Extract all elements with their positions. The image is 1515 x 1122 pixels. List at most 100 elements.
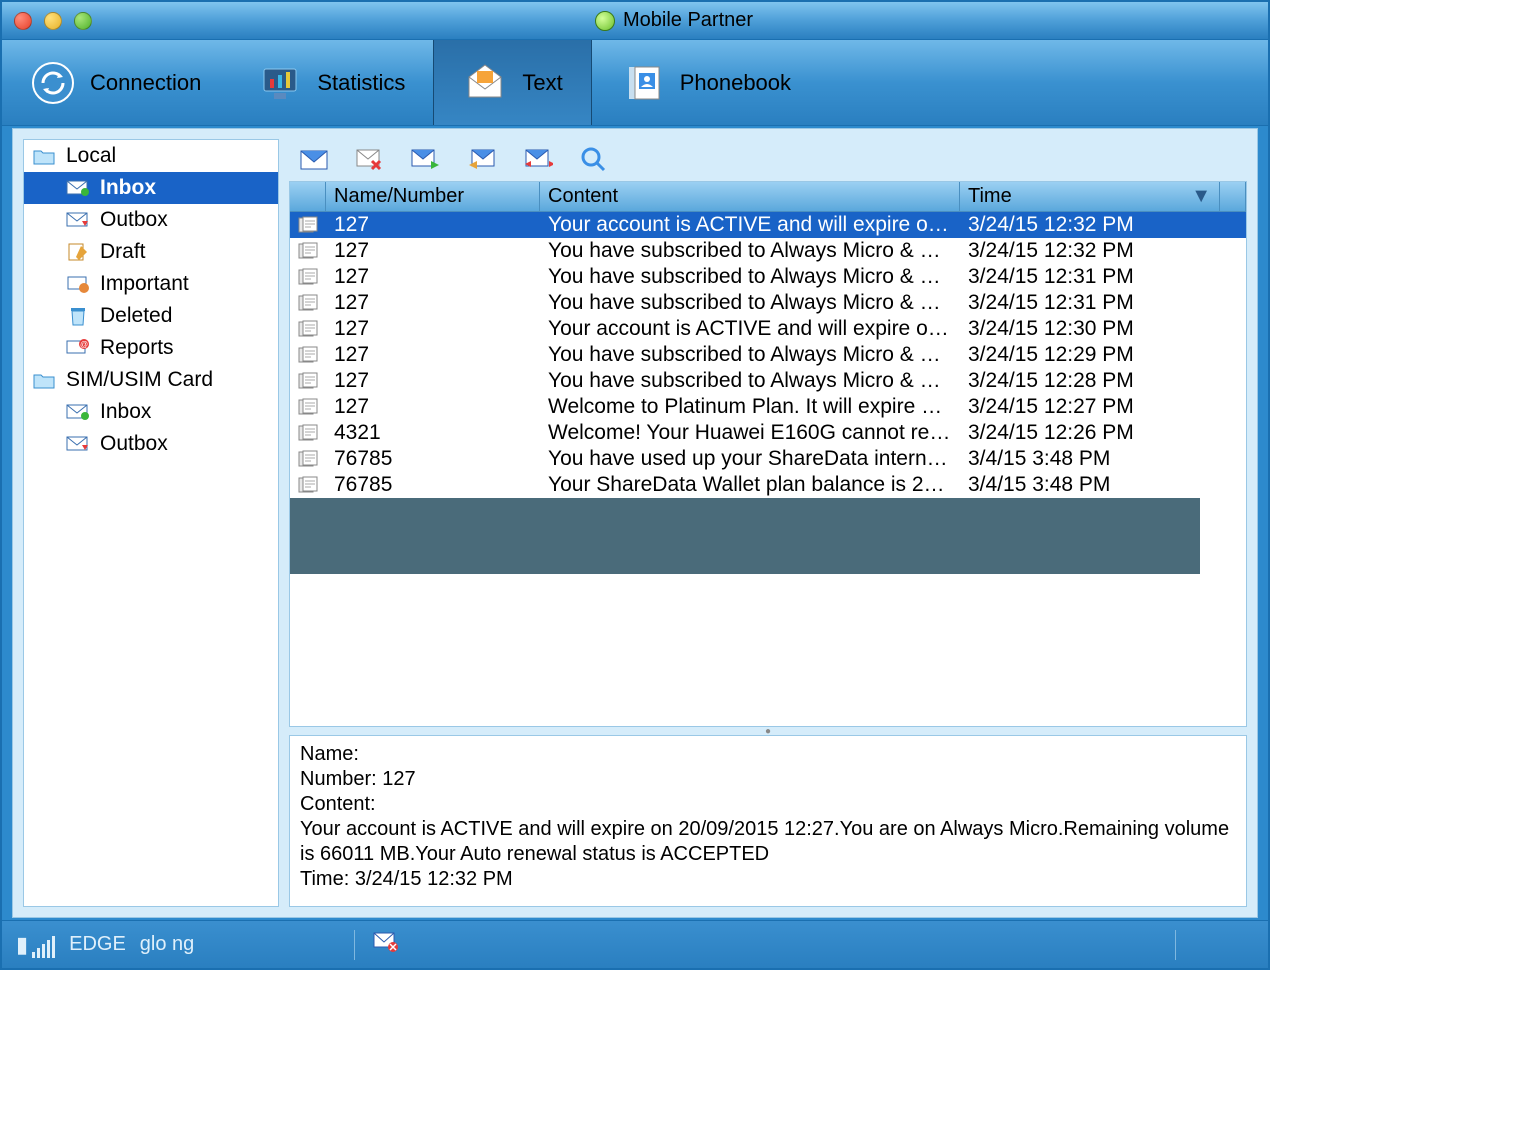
window-controls bbox=[14, 12, 92, 30]
sidebar-inbox[interactable]: Inbox bbox=[24, 172, 278, 204]
table-row[interactable]: 127You have subscribed to Always Micro &… bbox=[290, 368, 1246, 394]
row-time: 3/24/15 12:31 PM bbox=[960, 264, 1246, 290]
svg-text:@: @ bbox=[80, 340, 88, 349]
row-content: You have subscribed to Always Micro & h… bbox=[540, 342, 960, 368]
row-time: 3/24/15 12:30 PM bbox=[960, 316, 1246, 342]
table-row[interactable]: 127Welcome to Platinum Plan. It will exp… bbox=[290, 394, 1246, 420]
sidebar-sim-inbox[interactable]: Inbox bbox=[24, 396, 278, 428]
message-icon bbox=[290, 319, 326, 339]
reply-message-button[interactable] bbox=[467, 148, 497, 172]
row-content: You have subscribed to Always Micro & h… bbox=[540, 264, 960, 290]
splitter[interactable]: ● bbox=[289, 727, 1247, 735]
message-icon bbox=[290, 423, 326, 443]
search-button[interactable] bbox=[579, 148, 609, 172]
app-window: Mobile Partner Connection Statistics Tex… bbox=[0, 0, 1270, 970]
col-icon-header[interactable] bbox=[290, 182, 326, 211]
tab-phonebook[interactable]: Phonebook bbox=[592, 40, 819, 125]
tab-statistics-label: Statistics bbox=[317, 70, 405, 96]
row-name: 127 bbox=[326, 290, 540, 316]
close-button[interactable] bbox=[14, 12, 32, 30]
sidebar-outbox-label: Outbox bbox=[100, 208, 168, 232]
sidebar-deleted[interactable]: Deleted bbox=[24, 300, 278, 332]
table-row[interactable]: 127You have subscribed to Always Micro &… bbox=[290, 342, 1246, 368]
detail-name: Name: bbox=[300, 742, 1236, 767]
row-content: Welcome to Platinum Plan. It will expire… bbox=[540, 394, 960, 420]
forward-message-button[interactable] bbox=[411, 148, 441, 172]
reply-all-button[interactable] bbox=[523, 148, 553, 172]
row-name: 127 bbox=[326, 264, 540, 290]
sidebar-local[interactable]: Local bbox=[24, 140, 278, 172]
table-row[interactable]: 76785You have used up your ShareData int… bbox=[290, 446, 1246, 472]
phonebook-icon bbox=[620, 60, 666, 106]
sidebar-sim[interactable]: SIM/USIM Card bbox=[24, 364, 278, 396]
sidebar-draft-label: Draft bbox=[100, 240, 146, 264]
outbox-icon bbox=[66, 434, 90, 454]
table-row[interactable]: 127Your account is ACTIVE and will expir… bbox=[290, 212, 1246, 238]
text-icon bbox=[462, 60, 508, 106]
sidebar-important-label: Important bbox=[100, 272, 189, 296]
row-content: Your account is ACTIVE and will expire o… bbox=[540, 212, 960, 238]
statusbar: ▮ EDGE glo ng bbox=[2, 920, 1268, 968]
col-time-header[interactable]: Time▼ bbox=[960, 182, 1220, 211]
message-icon bbox=[290, 215, 326, 235]
sidebar-sim-outbox[interactable]: Outbox bbox=[24, 428, 278, 460]
main-toolbar: Connection Statistics Text Phonebook bbox=[2, 40, 1268, 126]
zoom-button[interactable] bbox=[74, 12, 92, 30]
minimize-button[interactable] bbox=[44, 12, 62, 30]
sidebar-reports[interactable]: @ Reports bbox=[24, 332, 278, 364]
tab-connection[interactable]: Connection bbox=[2, 40, 229, 125]
sidebar-important[interactable]: Important bbox=[24, 268, 278, 300]
table-row[interactable]: 127You have subscribed to Always Micro &… bbox=[290, 290, 1246, 316]
folder-icon bbox=[32, 370, 56, 390]
sidebar-local-label: Local bbox=[66, 144, 116, 168]
row-name: 127 bbox=[326, 342, 540, 368]
row-time: 3/4/15 3:48 PM bbox=[960, 472, 1246, 498]
row-time: 3/4/15 3:48 PM bbox=[960, 446, 1246, 472]
sidebar-draft[interactable]: Draft bbox=[24, 236, 278, 268]
grid-body[interactable]: 127Your account is ACTIVE and will expir… bbox=[290, 212, 1246, 726]
row-time: 3/24/15 12:28 PM bbox=[960, 368, 1246, 394]
col-content-header[interactable]: Content bbox=[540, 182, 960, 211]
content-area: Local Inbox Outbox Draft bbox=[12, 128, 1258, 918]
sidebar-outbox[interactable]: Outbox bbox=[24, 204, 278, 236]
message-detail: Name: Number: 127 Content: Your account … bbox=[289, 735, 1247, 907]
message-icon bbox=[290, 371, 326, 391]
table-row[interactable]: 76785Your ShareData Wallet plan balance … bbox=[290, 472, 1246, 498]
table-row[interactable]: 127You have subscribed to Always Micro &… bbox=[290, 238, 1246, 264]
tab-statistics[interactable]: Statistics bbox=[229, 40, 433, 125]
sidebar-inbox-label: Inbox bbox=[100, 176, 156, 200]
signal-icon: ▮ bbox=[16, 932, 59, 958]
delete-message-button[interactable] bbox=[355, 148, 385, 172]
row-time: 3/24/15 12:27 PM bbox=[960, 394, 1246, 420]
row-content: You have used up your ShareData internet… bbox=[540, 446, 960, 472]
outbox-icon bbox=[66, 210, 90, 230]
col-spacer bbox=[1220, 182, 1246, 211]
sidebar-sim-label: SIM/USIM Card bbox=[66, 368, 213, 392]
message-grid: Name/Number Content Time▼ 127Your accoun… bbox=[289, 181, 1247, 727]
message-icon bbox=[290, 241, 326, 261]
row-name: 127 bbox=[326, 368, 540, 394]
table-row[interactable]: 127You have subscribed to Always Micro &… bbox=[290, 264, 1246, 290]
sidebar-sim-outbox-label: Outbox bbox=[100, 432, 168, 456]
row-name: 127 bbox=[326, 394, 540, 420]
table-row[interactable]: 127Your account is ACTIVE and will expir… bbox=[290, 316, 1246, 342]
folder-icon bbox=[32, 146, 56, 166]
message-icon bbox=[290, 267, 326, 287]
grid-empty-area bbox=[290, 498, 1200, 574]
row-time: 3/24/15 12:32 PM bbox=[960, 212, 1246, 238]
title-text: Mobile Partner bbox=[623, 9, 753, 32]
col-name-header[interactable]: Name/Number bbox=[326, 182, 540, 211]
row-time: 3/24/15 12:26 PM bbox=[960, 420, 1246, 446]
table-row[interactable]: 4321Welcome! Your Huawei E160G cannot re… bbox=[290, 420, 1246, 446]
draft-icon bbox=[66, 242, 90, 262]
row-name: 127 bbox=[326, 238, 540, 264]
message-icon bbox=[290, 293, 326, 313]
detail-body: Your account is ACTIVE and will expire o… bbox=[300, 817, 1236, 867]
detail-number: Number: 127 bbox=[300, 767, 1236, 792]
refresh-icon bbox=[30, 60, 76, 106]
tab-text[interactable]: Text bbox=[433, 40, 591, 125]
new-message-button[interactable] bbox=[299, 148, 329, 172]
row-content: Your ShareData Wallet plan balance is 24… bbox=[540, 472, 960, 498]
row-name: 127 bbox=[326, 212, 540, 238]
tab-phonebook-label: Phonebook bbox=[680, 70, 791, 96]
